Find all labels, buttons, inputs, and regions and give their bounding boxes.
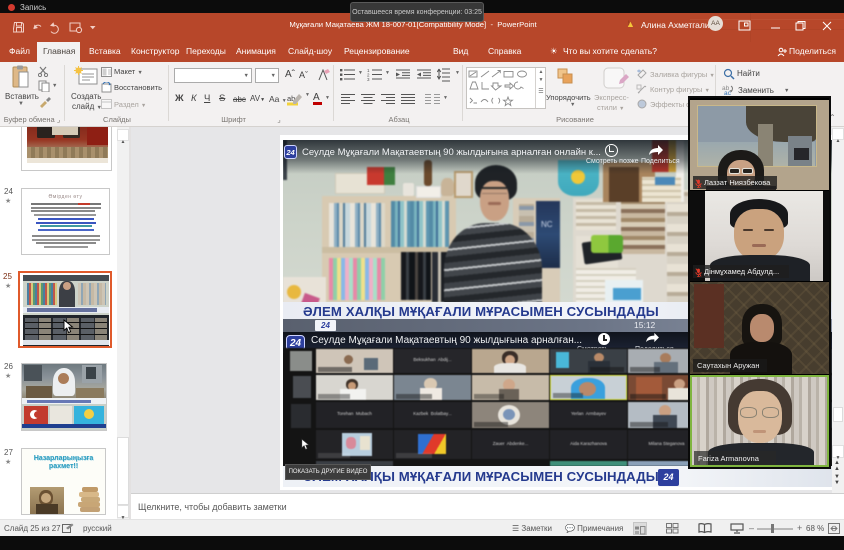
svg-text:3: 3 bbox=[367, 77, 370, 81]
